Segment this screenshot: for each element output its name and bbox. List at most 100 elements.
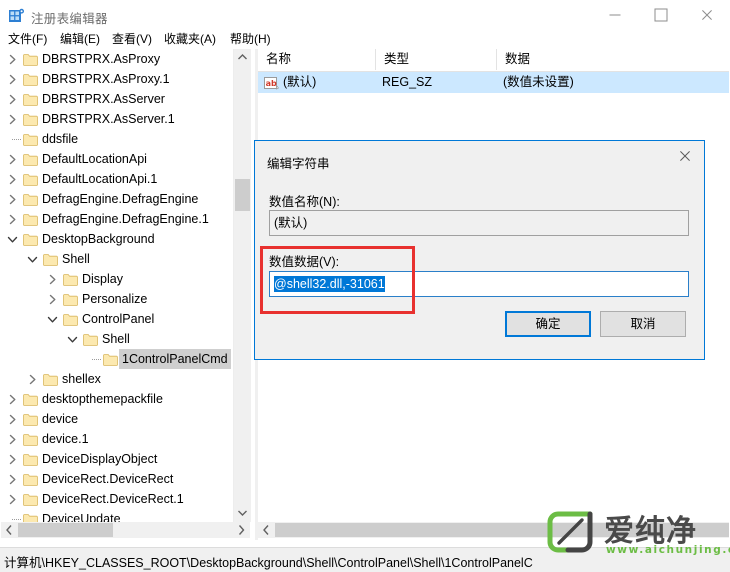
menu-view[interactable]: 查看(V) (110, 31, 154, 48)
tree-connector (92, 359, 101, 361)
tree-item-label: DefaultLocationApi.1 (42, 172, 158, 186)
scroll-down-button[interactable] (234, 505, 251, 522)
chevron-right-icon[interactable] (7, 214, 18, 225)
minimize-button[interactable] (592, 0, 638, 30)
chevron-right-icon[interactable] (7, 54, 18, 65)
svg-text:ab: ab (266, 79, 277, 88)
dialog-close-button[interactable] (666, 141, 704, 171)
chevron-down-icon[interactable] (67, 334, 78, 345)
ok-button[interactable]: 确定 (505, 311, 591, 337)
value-name-field: (默认) (269, 210, 689, 236)
chevron-right-icon[interactable] (7, 414, 18, 425)
menu-help[interactable]: 帮助(H) (228, 31, 273, 48)
tree-horizontal-scrollbar[interactable] (1, 522, 250, 538)
tree-item-label: DesktopBackground (42, 232, 155, 246)
registry-tree-pane: DBRSTPRX.AsProxy DBRSTPRX.AsProxy.1 DBRSTP… (1, 49, 256, 538)
chevron-right-icon[interactable] (47, 274, 58, 285)
folder-icon (43, 372, 58, 386)
tree-vertical-scrollbar[interactable] (233, 49, 251, 522)
menu-file[interactable]: 文件(F) (6, 31, 49, 48)
tree-item[interactable]: Shell (1, 329, 233, 349)
tree-item[interactable]: DBRSTPRX.AsServer (1, 89, 233, 109)
tree-scroll-thumb[interactable] (235, 179, 250, 211)
maximize-button[interactable] (638, 0, 684, 30)
chevron-right-icon[interactable] (7, 454, 18, 465)
tree-item[interactable]: ControlPanel (1, 309, 233, 329)
chevron-right-icon[interactable] (7, 474, 18, 485)
tree-item[interactable]: Personalize (1, 289, 233, 309)
tree-item-label: 1ControlPanelCmd (119, 349, 231, 369)
menu-bar: 文件(F) 编辑(E) 查看(V) 收藏夹(A) 帮助(H) (0, 30, 730, 49)
tree-item[interactable]: DefragEngine.DefragEngine.1 (1, 209, 233, 229)
scroll-up-button[interactable] (234, 49, 251, 66)
chevron-down-icon[interactable] (47, 314, 58, 325)
tree-item[interactable]: device (1, 409, 233, 429)
tree-item-label: DefragEngine.DefragEngine (42, 192, 199, 206)
column-header-name[interactable]: 名称 (258, 49, 376, 70)
folder-icon (23, 192, 38, 206)
tree-item-label: DefragEngine.DefragEngine.1 (42, 212, 209, 226)
tree-item[interactable]: device.1 (1, 429, 233, 449)
scroll-left-button[interactable] (1, 522, 18, 538)
edit-string-dialog: 编辑字符串 数值名称(N): (默认) 数值数据(V): @shell32.dl… (254, 140, 705, 360)
close-button[interactable] (684, 0, 730, 30)
tree-item-label: DeviceRect.DeviceRect.1 (42, 492, 184, 506)
tree-item[interactable]: DeviceRect.DeviceRect.1 (1, 489, 233, 509)
tree-item[interactable]: DefaultLocationApi (1, 149, 233, 169)
scroll-right-button[interactable] (233, 522, 250, 538)
tree-item-label: DefaultLocationApi (42, 152, 147, 166)
tree-item[interactable]: DesktopBackground (1, 229, 233, 249)
chevron-right-icon[interactable] (7, 94, 18, 105)
registry-path: 计算机\HKEY_CLASSES_ROOT\DesktopBackground\… (4, 556, 533, 570)
tree-item[interactable]: 1ControlPanelCmd (1, 349, 233, 369)
list-scroll-left-button[interactable] (258, 522, 275, 538)
tree-item-label: shellex (62, 372, 101, 386)
registry-editor-window: 注册表编辑器 文件(F) 编辑(E) 查看(V) 收藏夹(A) 帮助(H) DB… (0, 0, 730, 572)
chevron-down-icon[interactable] (27, 254, 38, 265)
chevron-right-icon[interactable] (7, 494, 18, 505)
value-data-field[interactable]: @shell32.dll,-31061 (269, 271, 689, 297)
maximize-icon (654, 8, 668, 22)
tree-item[interactable]: DBRSTPRX.AsServer.1 (1, 109, 233, 129)
cell-value-name: (默认) (283, 75, 317, 89)
ab-string-icon: ab (264, 76, 280, 90)
tree-hscroll-thumb[interactable] (18, 523, 113, 537)
tree-item[interactable]: DefragEngine.DefragEngine (1, 189, 233, 209)
chevron-right-icon[interactable] (47, 294, 58, 305)
column-header-type[interactable]: 类型 (376, 49, 497, 70)
chevron-right-icon[interactable] (7, 114, 18, 125)
folder-icon (23, 412, 38, 426)
tree-item[interactable]: Display (1, 269, 233, 289)
chevron-right-icon[interactable] (7, 174, 18, 185)
tree-item-label: DeviceRect.DeviceRect (42, 472, 174, 486)
chevron-right-icon[interactable] (7, 74, 18, 85)
tree-item[interactable]: desktopthemepackfile (1, 389, 233, 409)
menu-favorites[interactable]: 收藏夹(A) (162, 31, 218, 48)
column-header-data[interactable]: 数据 (497, 49, 729, 70)
tree-item[interactable]: Shell (1, 249, 233, 269)
table-row[interactable]: ab (默认) REG_SZ (数值未设置) (258, 72, 729, 93)
chevron-right-icon[interactable] (7, 434, 18, 445)
tree-item[interactable]: shellex (1, 369, 233, 389)
chevron-right-icon[interactable] (7, 194, 18, 205)
folder-icon (23, 172, 38, 186)
chevron-down-icon[interactable] (7, 234, 18, 245)
folder-icon (63, 272, 78, 286)
folder-icon (23, 492, 38, 506)
tree-item[interactable]: DeviceRect.DeviceRect (1, 469, 233, 489)
folder-icon (23, 432, 38, 446)
cancel-button[interactable]: 取消 (600, 311, 686, 337)
tree-item[interactable]: DBRSTPRX.AsProxy.1 (1, 69, 233, 89)
tree-item-label: device.1 (42, 432, 89, 446)
chevron-right-icon[interactable] (27, 374, 38, 385)
tree-item[interactable]: DBRSTPRX.AsProxy (1, 49, 233, 69)
tree-item[interactable]: DeviceDisplayObject (1, 449, 233, 469)
folder-icon (63, 312, 78, 326)
chevron-right-icon[interactable] (7, 154, 18, 165)
chevron-right-icon[interactable] (7, 394, 18, 405)
tree-item[interactable]: DefaultLocationApi.1 (1, 169, 233, 189)
tree-item[interactable]: ddsfile (1, 129, 233, 149)
watermark-url: www.aichunjing.com (606, 544, 730, 556)
menu-edit[interactable]: 编辑(E) (58, 31, 102, 48)
folder-icon (43, 252, 58, 266)
